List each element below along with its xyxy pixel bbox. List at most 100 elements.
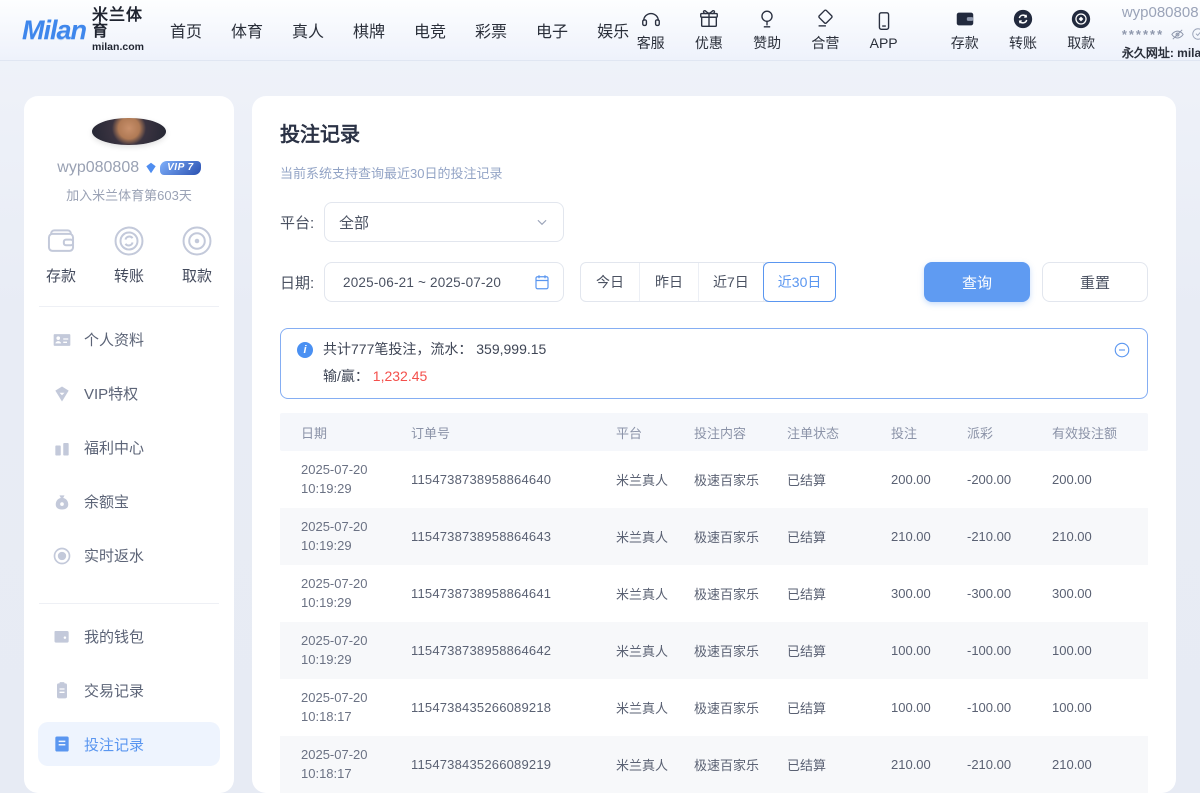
sidebar-item-transactions[interactable]: 交易记录 [38,668,220,712]
sidebar-item-label: VIP特权 [84,383,138,404]
refresh-check-icon[interactable] [1191,27,1200,41]
service-sponsor[interactable]: 赞助 [746,8,789,53]
calendar-icon [533,273,551,291]
logo-script-text: Milan [22,15,86,46]
nav-item-cards[interactable]: 棋牌 [353,18,385,42]
date-range-input[interactable]: 2025-06-21 ~ 2025-07-20 [324,262,564,302]
quick-action-label: 转账 [114,265,144,286]
quick-action-transfer[interactable]: 转账 [112,224,146,286]
quick-action-withdraw[interactable]: 取款 [180,224,214,286]
cell-order-number: 1154738738958864640 [411,472,616,487]
platform-selected-value: 全部 [339,212,535,233]
masked-balance: ****** [1122,28,1164,41]
service-customer[interactable]: 客服 [629,8,672,53]
preset-today[interactable]: 今日 [581,263,640,301]
deposit-icon [954,8,976,30]
service-label: 优惠 [695,33,723,53]
eye-off-icon[interactable] [1170,27,1185,42]
col-header-status: 注单状态 [787,423,891,442]
welfare-icon [52,438,72,458]
sidebar-item-rebate[interactable]: 实时返水 [38,534,220,578]
collapse-summary-button[interactable] [1113,341,1131,359]
preset-yesterday[interactable]: 昨日 [640,263,699,301]
cell-order-number: 1154738435266089219 [411,757,616,772]
cell-order-number: 1154738738958864642 [411,643,616,658]
wallet-transfer[interactable]: 转账 [1001,8,1044,53]
search-button[interactable]: 查询 [924,262,1030,302]
nav-item-live[interactable]: 真人 [292,18,324,42]
sidebar-item-vip[interactable]: VIP特权 [38,372,220,416]
nav-item-entertainment[interactable]: 娱乐 [597,18,629,42]
cell-bet-content: 极速百家乐 [694,470,787,489]
cell-status: 已结算 [787,755,891,774]
cell-datetime: 2025-07-2010:19:29 [301,632,411,670]
withdraw-circle-icon [180,224,214,258]
sidebar-item-my-wallet[interactable]: 我的钱包 [38,614,220,658]
cell-payout: -200.00 [967,472,1052,487]
sidebar-item-bet-records[interactable]: 投注记录 [38,722,220,766]
cell-bet-amount: 210.00 [891,529,967,544]
nav-item-sports[interactable]: 体育 [231,18,263,42]
service-label: 合营 [811,33,839,53]
preset-last7days[interactable]: 近7日 [699,263,764,301]
rebate-icon [52,546,72,566]
wallet-withdraw[interactable]: 取款 [1060,8,1103,53]
site-logo[interactable]: Milan 米兰体育 milan.com [22,8,144,53]
user-name-row[interactable]: wyp080808 VIP 7 [1122,0,1200,25]
sidebar-avatar[interactable] [92,118,166,145]
platform-filter-row: 平台: 全部 [280,202,1148,242]
service-app[interactable]: APP [862,10,905,51]
platform-label: 平台: [280,212,324,233]
sidebar-item-yuebao[interactable]: 余额宝 [38,480,220,524]
sidebar-item-profile[interactable]: 个人资料 [38,318,220,362]
nav-item-esports[interactable]: 电竞 [414,18,446,42]
table-row: 2025-07-2010:18:17 1154738435266089218 米… [280,679,1148,736]
service-promo[interactable]: 优惠 [687,8,730,53]
service-partner[interactable]: 合营 [804,8,847,53]
top-bar: Milan 米兰体育 milan.com 首页 体育 真人 棋牌 电竞 彩票 电… [0,0,1200,60]
table-row: 2025-07-2010:19:29 1154738738958864643 米… [280,508,1148,565]
col-header-bet: 投注 [891,423,967,442]
bet-records-panel: 投注记录 当前系统支持查询最近30日的投注记录 平台: 全部 日期: 2025-… [252,96,1176,793]
table-row: 2025-07-2010:19:29 1154738738958864641 米… [280,565,1148,622]
gift-icon [698,8,720,30]
quick-action-deposit[interactable]: 存款 [44,224,78,286]
cell-payout: -100.00 [967,643,1052,658]
cell-platform: 米兰真人 [616,641,694,660]
cell-platform: 米兰真人 [616,584,694,603]
cell-bet-content: 极速百家乐 [694,584,787,603]
moneybag-icon [52,492,72,512]
table-row: 2025-07-2010:19:29 1154738738958864642 米… [280,622,1148,679]
nav-item-slots[interactable]: 电子 [536,18,568,42]
headset-icon [640,8,662,30]
logo-domain-text: milan.com [92,42,144,53]
cell-valid-amount: 100.00 [1052,700,1127,715]
cell-platform: 米兰真人 [616,755,694,774]
cell-bet-content: 极速百家乐 [694,641,787,660]
cell-datetime: 2025-07-2010:18:17 [301,746,411,784]
platform-select[interactable]: 全部 [324,202,564,242]
col-header-date: 日期 [301,423,411,442]
cell-bet-amount: 200.00 [891,472,967,487]
nav-item-lottery[interactable]: 彩票 [475,18,507,42]
cell-order-number: 1154738738958864641 [411,586,616,601]
wallet-label: 转账 [1009,33,1037,53]
reset-button[interactable]: 重置 [1042,262,1148,302]
cell-datetime: 2025-07-2010:19:29 [301,461,411,499]
table-header-row: 日期 订单号 平台 投注内容 注单状态 投注 派彩 有效投注额 [280,413,1148,451]
sidebar-vip-badge: VIP 7 [144,161,201,175]
wallet-deposit[interactable]: 存款 [943,8,986,53]
cell-platform: 米兰真人 [616,470,694,489]
username-text: wyp080808 [1122,4,1199,21]
cell-datetime: 2025-07-2010:19:29 [301,575,411,613]
sidebar-item-label: 实时返水 [84,545,144,566]
winloss-value: 1,232.45 [373,368,428,384]
table-body: 2025-07-2010:19:29 1154738738958864640 米… [280,451,1148,793]
sidebar-item-welfare[interactable]: 福利中心 [38,426,220,470]
col-header-payout: 派彩 [967,423,1052,442]
sidebar-item-label: 个人资料 [84,329,144,350]
vip-privilege-icon [52,384,72,404]
nav-item-home[interactable]: 首页 [170,18,202,42]
preset-last30days[interactable]: 近30日 [763,262,837,302]
cell-bet-content: 极速百家乐 [694,755,787,774]
